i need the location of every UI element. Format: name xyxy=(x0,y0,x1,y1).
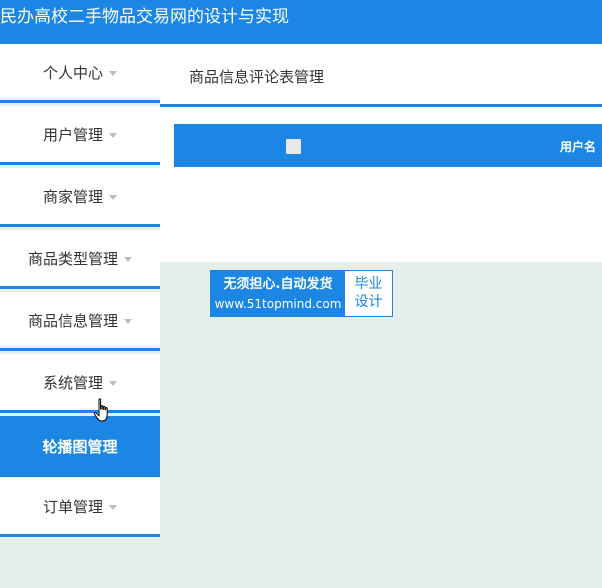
watermark-line2: www.51topmind.com xyxy=(214,297,342,311)
sidebar-item-label: 系统管理 xyxy=(42,373,103,392)
table-header: 用户名 xyxy=(174,124,602,167)
sidebar-item-label: 用户管理 xyxy=(42,125,103,144)
caret-down-icon xyxy=(109,504,117,510)
watermark-right: 毕业 设计 xyxy=(345,271,392,316)
sidebar-item-label: 个人中心 xyxy=(42,63,103,82)
column-header-username[interactable]: 用户名 xyxy=(560,138,596,155)
select-all-checkbox[interactable] xyxy=(286,139,301,154)
sidebar-item-user-management[interactable]: 用户管理 xyxy=(0,106,160,165)
sidebar-item-personal-center[interactable]: 个人中心 xyxy=(0,44,160,103)
watermark-right-line1: 毕业 xyxy=(354,276,383,292)
watermark-left: 无须担心.自动发货 www.51topmind.com xyxy=(211,271,345,316)
sidebar-item-merchant-management[interactable]: 商家管理 xyxy=(0,168,160,227)
sidebar-item-label: 订单管理 xyxy=(42,497,103,516)
sidebar-item-label: 轮播图管理 xyxy=(42,438,118,456)
hand-cursor-icon xyxy=(93,398,108,422)
watermark-banner: 无须担心.自动发货 www.51topmind.com 毕业 设计 xyxy=(210,270,393,317)
top-bar: 民办高校二手物品交易网的设计与实现 xyxy=(0,0,602,44)
sidebar-item-product-type-management[interactable]: 商品类型管理 xyxy=(0,230,160,289)
caret-down-icon xyxy=(109,70,117,76)
watermark-right-line2: 设计 xyxy=(354,294,383,310)
caret-down-icon xyxy=(109,380,117,386)
sidebar-item-carousel-management[interactable]: 轮播图管理 xyxy=(0,416,160,477)
page-title: 商品信息评论表管理 xyxy=(189,68,325,86)
caret-down-icon xyxy=(109,194,117,200)
app-title: 民办高校二手物品交易网的设计与实现 xyxy=(0,7,289,27)
sidebar-item-label: 商品信息管理 xyxy=(27,311,118,330)
caret-down-icon xyxy=(109,132,117,138)
breadcrumb: 商品信息评论表管理 xyxy=(160,44,602,107)
sidebar-item-order-management[interactable]: 订单管理 xyxy=(0,478,160,537)
watermark-line1: 无须担心.自动发货 xyxy=(223,277,333,292)
caret-down-icon xyxy=(124,256,132,262)
sidebar-item-system-management[interactable]: 系统管理 xyxy=(0,354,160,413)
sidebar: 个人中心 用户管理 商家管理 商品类型管理 商品信息管理 系统管理 轮播图管理 … xyxy=(0,44,160,588)
sidebar-item-label: 商品类型管理 xyxy=(27,249,118,268)
caret-down-icon xyxy=(124,318,132,324)
sidebar-item-product-info-management[interactable]: 商品信息管理 xyxy=(0,292,160,351)
sidebar-item-label: 商家管理 xyxy=(42,187,103,206)
